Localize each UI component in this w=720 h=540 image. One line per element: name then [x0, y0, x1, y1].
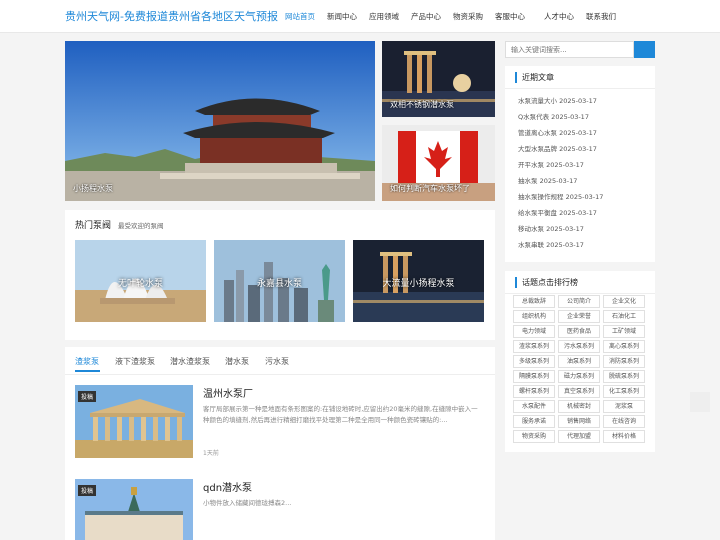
- recent-articles-panel: 近期文章 水泵流量大小 2025-03-17 Q水泵代表 2025-03-17 …: [505, 66, 655, 262]
- tag-item[interactable]: 磁力泵系列: [558, 370, 600, 383]
- recent-divider: [505, 88, 655, 89]
- site-header: 贵州天气网-免费报道贵州省各地区天气预报 网站首页 新闻中心 应用领域 产品中心…: [0, 0, 720, 33]
- tag-item[interactable]: 在线咨询: [603, 415, 645, 428]
- article-badge-1: 投稿: [78, 391, 97, 402]
- tag-item[interactable]: 企业文化: [603, 295, 645, 308]
- hot-pumps-title: 热门泵阀: [75, 221, 112, 231]
- article-title-1[interactable]: 温州水泵厂: [203, 385, 253, 400]
- tag-item[interactable]: 石油化工: [603, 310, 645, 323]
- nav-home[interactable]: 网站首页: [285, 11, 315, 22]
- tab-sewage-pump[interactable]: 污水泵: [265, 356, 289, 367]
- recent-item[interactable]: 管道离心水泵 2025-03-17: [518, 127, 597, 137]
- palace-photo: [65, 41, 375, 201]
- tag-item[interactable]: 泥浆泵: [603, 400, 645, 413]
- tag-item[interactable]: 机械密封: [558, 400, 600, 413]
- main-slider-caption[interactable]: 小扬程水泵: [73, 183, 113, 194]
- tabs-divider: [65, 374, 495, 375]
- recent-item[interactable]: 水泵串联 2025-03-17: [518, 239, 584, 249]
- tag-item[interactable]: 污水泵系列: [558, 340, 600, 353]
- side-slider-caption-1[interactable]: 双相不锈钢潜水泵: [390, 99, 454, 110]
- search-button[interactable]: [634, 41, 655, 58]
- tag-item[interactable]: 总裁致辞: [513, 295, 555, 308]
- tag-item[interactable]: 代理加盟: [558, 430, 600, 443]
- article-thumbnail-2[interactable]: 投稿: [75, 479, 193, 540]
- tag-item[interactable]: 脱硫泵系列: [603, 370, 645, 383]
- nav-products[interactable]: 产品中心: [411, 11, 441, 22]
- tag-item[interactable]: 消防泵系列: [603, 355, 645, 368]
- recent-item[interactable]: 水泵流量大小 2025-03-17: [518, 95, 597, 105]
- back-to-top-button[interactable]: [690, 392, 710, 412]
- hot-card-label-1[interactable]: 无叶轮水泵: [75, 276, 206, 289]
- nav-purchasing[interactable]: 物资采购: [453, 11, 483, 22]
- hot-pumps-subtitle: 最受欢迎的泵阀: [118, 222, 164, 230]
- nav-careers[interactable]: 人才中心: [544, 11, 574, 22]
- article-excerpt-2: 小物件放入储藏间德珑搏森2...: [203, 499, 292, 507]
- main-slider-image[interactable]: 小扬程水泵: [65, 41, 375, 201]
- tag-item[interactable]: 公司简介: [558, 295, 600, 308]
- tag-item[interactable]: 医药食品: [558, 325, 600, 338]
- tag-item[interactable]: 水泵配件: [513, 400, 555, 413]
- active-tab-indicator: [75, 370, 100, 372]
- nav-applications[interactable]: 应用领域: [369, 11, 399, 22]
- tag-item[interactable]: 销售网络: [558, 415, 600, 428]
- article-badge-2: 投稿: [78, 485, 97, 496]
- hot-pumps-panel: 热门泵阀 最受欢迎的泵阀 无叶轮水泵 永嘉县水泵 大流量小扬程水泵: [65, 210, 495, 340]
- nav-news[interactable]: 新闻中心: [327, 11, 357, 22]
- search-input[interactable]: [505, 41, 634, 58]
- article-excerpt-1: 客厅局部展示第一种是地面有条形图案的:在铺设地砖时,应留出约20毫米的缝隙,在缝…: [203, 405, 478, 424]
- article-title-2[interactable]: qdn潜水泵: [203, 479, 252, 494]
- hot-card-label-2[interactable]: 永嘉县水泵: [214, 276, 345, 289]
- recent-item[interactable]: 抽水泵操作规程 2025-03-17: [518, 191, 603, 201]
- tag-item[interactable]: 渣浆泵系列: [513, 340, 555, 353]
- tag-cloud-title: 话题点击排行榜: [515, 277, 578, 288]
- recent-articles-title: 近期文章: [515, 72, 554, 83]
- hot-card-label-3[interactable]: 大流量小扬程水泵: [353, 276, 484, 289]
- tag-item[interactable]: 材料价格: [603, 430, 645, 443]
- nav-contact[interactable]: 联系我们: [586, 11, 616, 22]
- tag-item[interactable]: 隔膜泵系列: [513, 370, 555, 383]
- tag-item[interactable]: 多级泵系列: [513, 355, 555, 368]
- hot-card-3[interactable]: 大流量小扬程水泵: [353, 240, 484, 322]
- side-slider-image-1[interactable]: 双相不锈钢潜水泵: [382, 41, 495, 117]
- tag-item[interactable]: 真空泵系列: [558, 385, 600, 398]
- article-thumbnail-1[interactable]: 投稿: [75, 385, 193, 458]
- recent-item[interactable]: 抽水泵 2025-03-17: [518, 175, 577, 185]
- tab-submerged-slurry-pump[interactable]: 液下渣浆泵: [115, 356, 155, 367]
- tab-submersible-pump[interactable]: 潜水泵: [225, 356, 249, 367]
- recent-item[interactable]: 移动水泵 2025-03-17: [518, 223, 584, 233]
- hot-card-1[interactable]: 无叶轮水泵: [75, 240, 206, 322]
- tag-item[interactable]: 化工泵系列: [603, 385, 645, 398]
- site-logo[interactable]: 贵州天气网-免费报道贵州省各地区天气预报: [65, 8, 278, 24]
- side-slider-caption-2[interactable]: 如何判断汽车水泵坏了: [390, 183, 470, 194]
- articles-panel: 渣浆泵 液下渣浆泵 潜水渣浆泵 潜水泵 污水泵 投稿 温州水泵厂 客厅局部展示第…: [65, 347, 495, 540]
- tag-item[interactable]: 油泵系列: [558, 355, 600, 368]
- tag-item[interactable]: 服务承诺: [513, 415, 555, 428]
- tag-item[interactable]: 离心泵系列: [603, 340, 645, 353]
- article-time-1: 1天前: [203, 450, 219, 457]
- recent-item[interactable]: 开平水泵 2025-03-17: [518, 159, 584, 169]
- tag-divider: [505, 293, 655, 294]
- hot-card-2[interactable]: 永嘉县水泵: [214, 240, 345, 322]
- recent-item[interactable]: 给水泵平衡盘 2025-03-17: [518, 207, 597, 217]
- tag-item[interactable]: 组织机构: [513, 310, 555, 323]
- tab-slurry-pump[interactable]: 渣浆泵: [75, 356, 99, 367]
- tab-submersible-slurry-pump[interactable]: 潜水渣浆泵: [170, 356, 210, 367]
- tag-cloud-panel: 话题点击排行榜 总裁致辞 公司简介 企业文化 组织机构 企业荣誉 石油化工 电力…: [505, 271, 655, 452]
- recent-item[interactable]: Q水泵代表 2025-03-17: [518, 111, 589, 121]
- tag-item[interactable]: 物资采购: [513, 430, 555, 443]
- side-slider-image-2[interactable]: 如何判断汽车水泵坏了: [382, 125, 495, 201]
- tag-item[interactable]: 工矿领域: [603, 325, 645, 338]
- tag-item[interactable]: 螺杆泵系列: [513, 385, 555, 398]
- recent-item[interactable]: 大型水泵品牌 2025-03-17: [518, 143, 597, 153]
- nav-customer-service[interactable]: 客服中心: [495, 11, 525, 22]
- tag-item[interactable]: 企业荣誉: [558, 310, 600, 323]
- tag-item[interactable]: 电力领域: [513, 325, 555, 338]
